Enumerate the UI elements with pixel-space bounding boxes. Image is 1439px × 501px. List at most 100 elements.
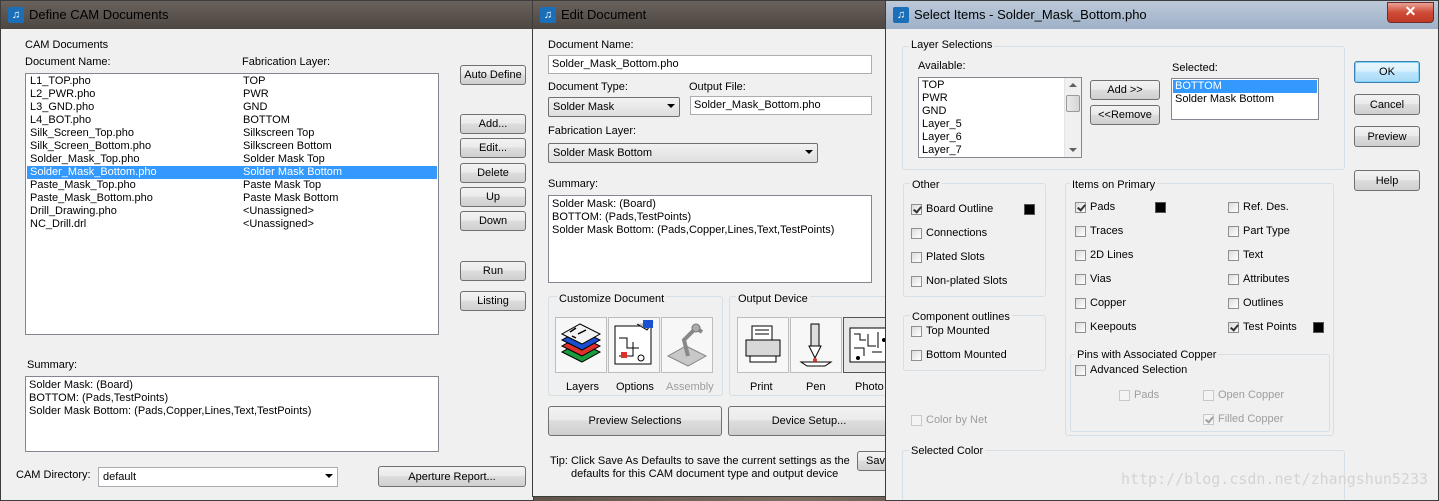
available-layer-item[interactable]: TOP bbox=[922, 79, 1064, 92]
selected-layers-list[interactable]: BOTTOM Solder Mask Bottom bbox=[1171, 78, 1319, 120]
fabrication-layer-dropdown[interactable]: Solder Mask Bottom bbox=[548, 143, 818, 163]
selected-layer-item[interactable]: Solder Mask Bottom bbox=[1173, 93, 1317, 106]
document-name: Paste_Mask_Bottom.pho bbox=[30, 192, 153, 204]
summary-line: Solder Mask Bottom: (Pads,Copper,Lines,T… bbox=[29, 405, 312, 417]
pins-pads-label: Pads bbox=[1134, 389, 1160, 401]
item-checkbox[interactable] bbox=[1228, 250, 1239, 261]
up-button[interactable]: Up bbox=[460, 187, 526, 207]
item-checkbox[interactable] bbox=[911, 228, 922, 239]
document-type-value: Solder Mask bbox=[553, 101, 615, 113]
summary-box[interactable]: Solder Mask: (Board) BOTTOM: (Pads,TestP… bbox=[548, 195, 872, 283]
edit-document-window: ♫ Edit Document Document Name: Solder_Ma… bbox=[532, 0, 894, 497]
color-swatch[interactable] bbox=[1313, 322, 1324, 333]
layers-button[interactable] bbox=[555, 317, 607, 373]
output-file-input[interactable]: Solder_Mask_Bottom.pho bbox=[690, 96, 872, 115]
scroll-up-icon[interactable] bbox=[1069, 83, 1077, 87]
item-checkbox[interactable] bbox=[1228, 298, 1239, 309]
ok-button[interactable]: OK bbox=[1354, 61, 1420, 83]
document-row[interactable]: Paste_Mask_Top.pho Paste Mask Top bbox=[27, 179, 437, 192]
item-label: Vias bbox=[1090, 273, 1112, 285]
tip-text: Tip: Click Save As Defaults to save the … bbox=[550, 455, 850, 467]
document-row[interactable]: Solder_Mask_Bottom.pho Solder Mask Bottom bbox=[27, 166, 437, 179]
item-checkbox[interactable] bbox=[911, 252, 922, 263]
print-button[interactable] bbox=[737, 317, 789, 373]
document-row[interactable]: L4_BOT.pho BOTTOM bbox=[27, 114, 437, 127]
title-bar[interactable]: ♫ Edit Document bbox=[533, 1, 893, 29]
selected-layer-item[interactable]: BOTTOM bbox=[1173, 80, 1317, 93]
summary-box[interactable]: Solder Mask: (Board) BOTTOM: (Pads,TestP… bbox=[25, 376, 439, 452]
delete-button[interactable]: Delete bbox=[460, 163, 526, 183]
advanced-selection-label: Advanced Selection bbox=[1090, 364, 1188, 376]
auto-define-button[interactable]: Auto Define bbox=[460, 65, 526, 85]
item-checkbox[interactable] bbox=[911, 276, 922, 287]
item-label: Test Points bbox=[1243, 321, 1297, 333]
item-checkbox[interactable] bbox=[911, 204, 922, 215]
pins-pads-checkbox bbox=[1119, 390, 1130, 401]
items-on-primary-label: Items on Primary bbox=[1070, 179, 1158, 191]
item-label: Outlines bbox=[1243, 297, 1284, 309]
preview-button[interactable]: Preview bbox=[1354, 126, 1420, 147]
document-row[interactable]: L1_TOP.pho TOP bbox=[27, 75, 437, 88]
close-button[interactable]: ✕ bbox=[1387, 2, 1434, 23]
document-row[interactable]: Silk_Screen_Top.pho Silkscreen Top bbox=[27, 127, 437, 140]
document-type-dropdown[interactable]: Solder Mask bbox=[548, 97, 680, 117]
cancel-button[interactable]: Cancel bbox=[1354, 94, 1420, 115]
scrollbar[interactable] bbox=[1064, 78, 1081, 157]
scroll-thumb[interactable] bbox=[1066, 95, 1080, 112]
color-swatch[interactable] bbox=[1024, 204, 1035, 215]
item-checkbox[interactable] bbox=[1228, 226, 1239, 237]
item-checkbox[interactable] bbox=[1075, 274, 1086, 285]
edit-button[interactable]: Edit... bbox=[460, 138, 526, 158]
color-swatch[interactable] bbox=[1155, 202, 1166, 213]
item-checkbox[interactable] bbox=[911, 326, 922, 337]
item-checkbox[interactable] bbox=[1075, 202, 1086, 213]
item-checkbox[interactable] bbox=[1075, 322, 1086, 333]
advanced-selection-checkbox[interactable] bbox=[1075, 365, 1086, 376]
remove-layer-button[interactable]: <<Remove bbox=[1090, 105, 1160, 125]
color-by-net-label: Color by Net bbox=[926, 414, 988, 426]
item-checkbox[interactable] bbox=[1075, 298, 1086, 309]
available-layer-item[interactable]: GND bbox=[922, 105, 1064, 118]
run-button[interactable]: Run bbox=[460, 261, 526, 281]
item-label: Ref. Des. bbox=[1243, 201, 1289, 213]
down-button[interactable]: Down bbox=[460, 211, 526, 231]
item-checkbox[interactable] bbox=[1075, 226, 1086, 237]
device-setup-button[interactable]: Device Setup... bbox=[728, 406, 890, 436]
pen-button[interactable] bbox=[790, 317, 842, 373]
options-button[interactable] bbox=[608, 317, 660, 373]
cam-documents-list[interactable]: L1_TOP.pho TOP L2_PWR.pho PWR L3_GND.pho GND L… bbox=[25, 73, 439, 335]
available-layer-item[interactable]: Layer_5 bbox=[922, 118, 1064, 131]
item-label: Part Type bbox=[1243, 225, 1290, 237]
available-layer-item[interactable]: PWR bbox=[922, 92, 1064, 105]
summary-line: BOTTOM: (Pads,TestPoints) bbox=[29, 392, 169, 404]
help-button[interactable]: Help bbox=[1354, 170, 1420, 191]
document-row[interactable]: Solder_Mask_Top.pho Solder Mask Top bbox=[27, 153, 437, 166]
document-row[interactable]: NC_Drill.drl <Unassigned> bbox=[27, 218, 437, 231]
available-layer-item[interactable]: Layer_6 bbox=[922, 131, 1064, 144]
add-layer-button[interactable]: Add >> bbox=[1090, 80, 1160, 100]
item-checkbox[interactable] bbox=[1228, 274, 1239, 285]
summary-label: Summary: bbox=[548, 178, 599, 190]
document-layer: BOTTOM bbox=[243, 114, 290, 126]
item-checkbox[interactable] bbox=[1228, 202, 1239, 213]
document-row[interactable]: L3_GND.pho GND bbox=[27, 101, 437, 114]
cam-directory-dropdown[interactable]: default bbox=[98, 467, 338, 487]
available-layer-item[interactable]: Layer_7 bbox=[922, 144, 1064, 157]
title-bar[interactable]: ♫ Select Items - Solder_Mask_Bottom.pho … bbox=[886, 1, 1438, 29]
document-row[interactable]: Silk_Screen_Bottom.pho Silkscreen Bottom bbox=[27, 140, 437, 153]
item-checkbox[interactable] bbox=[911, 350, 922, 361]
aperture-report-button[interactable]: Aperture Report... bbox=[378, 466, 526, 487]
scroll-down-icon[interactable] bbox=[1069, 148, 1077, 152]
preview-selections-button[interactable]: Preview Selections bbox=[548, 406, 722, 436]
item-checkbox[interactable] bbox=[1228, 322, 1239, 333]
document-row[interactable]: Drill_Drawing.pho <Unassigned> bbox=[27, 205, 437, 218]
listing-button[interactable]: Listing bbox=[460, 291, 526, 311]
add-button[interactable]: Add... bbox=[460, 114, 526, 134]
available-layers-list[interactable]: TOP PWR GND Layer_5 Layer_6 Layer_7 bbox=[918, 77, 1082, 158]
document-row[interactable]: Paste_Mask_Bottom.pho Paste Mask Bottom bbox=[27, 192, 437, 205]
document-row[interactable]: L2_PWR.pho PWR bbox=[27, 88, 437, 101]
title-bar[interactable]: ♫ Define CAM Documents bbox=[1, 1, 533, 29]
document-name: Silk_Screen_Bottom.pho bbox=[30, 140, 152, 152]
document-name-input[interactable]: Solder_Mask_Bottom.pho bbox=[548, 55, 872, 74]
item-checkbox[interactable] bbox=[1075, 250, 1086, 261]
